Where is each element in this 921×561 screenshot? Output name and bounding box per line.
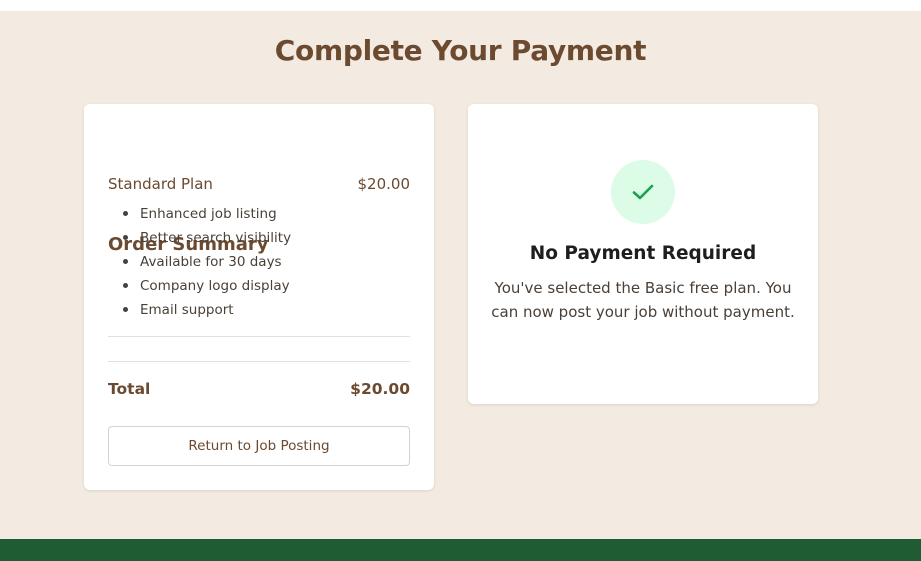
total-row: Total $20.00 [108, 380, 410, 398]
no-payment-message: You've selected the Basic free plan. You… [491, 279, 795, 321]
top-header-bar [0, 0, 921, 11]
check-icon [632, 184, 654, 200]
divider [108, 361, 410, 362]
feature-item: Email support [122, 301, 291, 325]
total-value: $20.00 [350, 380, 410, 398]
plan-name: Standard Plan [108, 175, 213, 193]
footer-bar [0, 539, 921, 561]
feature-item: Enhanced job listing [122, 205, 291, 229]
page-title: Complete Your Payment [274, 34, 647, 67]
feature-item: Better search visibility [122, 229, 291, 253]
no-payment-heading: No Payment Required [529, 243, 757, 264]
plan-price: $20.00 [357, 175, 411, 193]
plan-features-list: Enhanced job listing Better search visib… [122, 205, 291, 325]
success-badge [611, 160, 675, 224]
plan-row: Standard Plan $20.00 [108, 175, 410, 193]
divider [108, 336, 410, 337]
feature-item: Available for 30 days [122, 253, 291, 277]
total-label: Total [108, 380, 151, 398]
feature-item: Company logo display [122, 277, 291, 301]
return-to-job-posting-button[interactable]: Return to Job Posting [108, 426, 410, 466]
